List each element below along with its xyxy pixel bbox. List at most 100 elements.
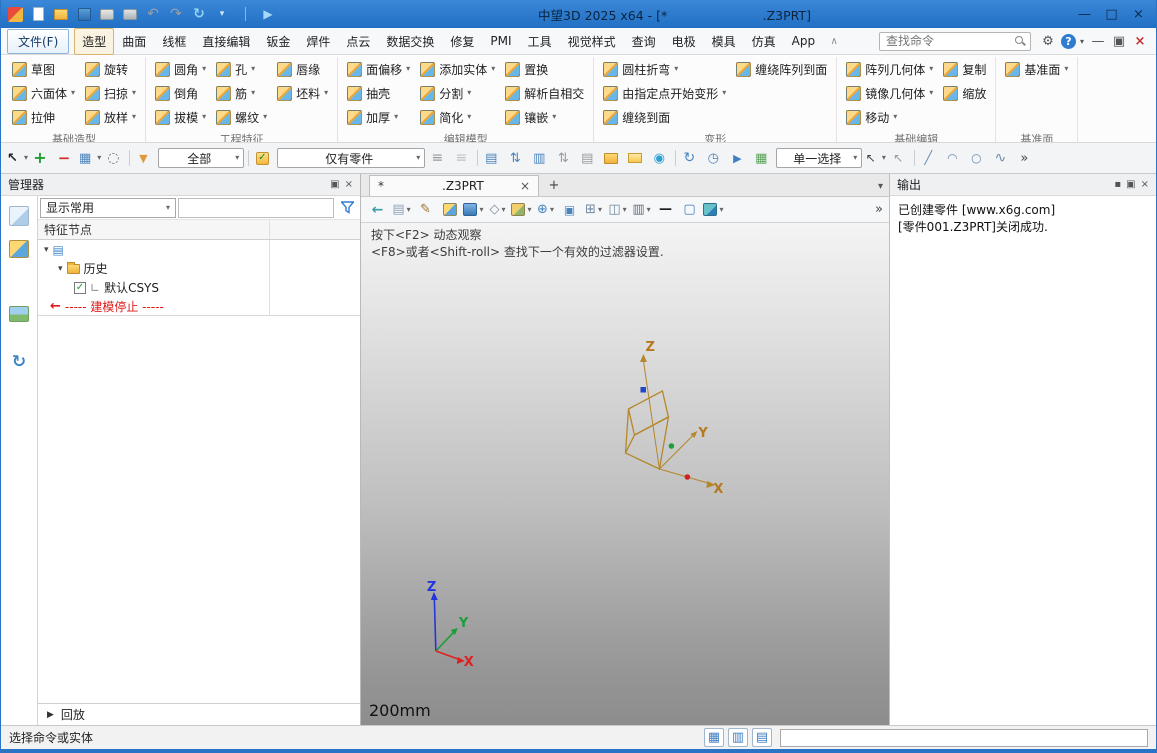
sort-updown-icon[interactable]: ⇅ ▾ [506,147,527,169]
line-tool-icon[interactable]: ╱ ▾ [919,147,940,169]
simplify-button[interactable]: 简化 ▾ [416,106,499,128]
child-close-icon[interactable]: × [1130,34,1150,49]
viewport[interactable]: 按下<F2> 动态观察 <F8>或者<Shift-roll> 查找下一个有效的过… [361,223,889,725]
appearance-icon[interactable]: ▾ [439,199,460,221]
grid-display-icon[interactable]: ▦ ▾ [752,147,773,169]
replay-play-icon[interactable]: ▶ ▾ [728,147,749,169]
tab-repair[interactable]: 修复 [442,28,482,55]
pick-list-icon[interactable]: ▦ ▾ [79,147,101,169]
tree-filter-input[interactable] [178,198,334,218]
tab-mold[interactable]: 模具 [704,28,744,55]
rib-button[interactable]: 筋 ▾ [212,82,271,104]
close-icon[interactable]: × [1141,179,1149,190]
file-menu-button[interactable]: 文件(F) [7,29,69,54]
part-browser-icon[interactable] [9,240,29,258]
tab-sheet-metal[interactable]: 钣金 [258,28,298,55]
close-icon[interactable]: × [345,179,353,190]
sketch-button[interactable]: 草图 ▾ [8,58,79,80]
tab-tools[interactable]: 工具 [520,28,560,55]
wrap-pattern-button[interactable]: 缠绕阵列到面 ▾ [732,58,831,80]
selection-mode-combo[interactable]: 单一选择 ▾ [776,148,862,168]
wireframe-mode-icon[interactable]: ◇ ▾ [487,199,508,221]
tree-filter-funnel-icon[interactable] [336,198,358,218]
command-search-box[interactable] [879,32,1031,51]
tree-row-history[interactable]: ▾ 历史 [38,259,360,278]
tab-inquire[interactable]: 查询 [624,28,664,55]
deform-by-point-button[interactable]: 由指定点开始变形 ▾ [599,82,730,104]
settings-gear-icon[interactable]: ⚙ [1038,34,1058,49]
float-icon[interactable]: ▣ [1126,179,1135,190]
cursor-alt-icon[interactable]: ↖ ▾ [889,147,910,169]
customize-caret-icon[interactable]: ▾ [212,4,232,24]
layer-display-icon[interactable]: ▤ ▾ [391,199,412,221]
material-mode-icon[interactable]: ▾ [703,199,724,221]
scale-button[interactable]: 缩放 ▾ [939,82,990,104]
copy-button[interactable]: 复制 ▾ [939,58,990,80]
expand-caret-icon[interactable]: ▾ [44,245,49,255]
extrude-button[interactable]: 拉伸 ▾ [8,106,79,128]
command-search-input[interactable] [884,33,1014,49]
wrap-to-face-button[interactable]: 缠绕到面 ▾ [599,106,730,128]
divide-button[interactable]: 分割 ▾ [416,82,499,104]
draft-button[interactable]: 拔模 ▾ [151,106,210,128]
filter-funnel-icon[interactable]: ▼ ▾ [134,147,155,169]
web-icon[interactable]: ◉ ▾ [650,147,671,169]
move-button[interactable]: 移动 ▾ [842,106,937,128]
tab-surface[interactable]: 曲面 [114,28,154,55]
frame-display-icon[interactable]: ◫ ▾ [607,199,628,221]
tab-data-exchange[interactable]: 数据交换 [378,28,442,55]
help-caret-icon[interactable]: ▾ [1077,37,1087,46]
pattern-geometry-button[interactable]: 阵列几何体 ▾ [842,58,937,80]
plot-icon[interactable] [120,4,140,24]
history-clock-icon[interactable]: ◷ ▾ [704,147,725,169]
window-display-icon[interactable]: ⊞ ▾ [583,199,604,221]
table-tool-icon[interactable]: ▤ [752,728,772,747]
shaded-mode-icon[interactable]: ▾ [463,199,484,221]
tree-row-csys[interactable]: ✓ ∟ 默认CSYS [38,278,360,297]
remove-pick-icon[interactable]: − ▾ [55,147,76,169]
save-icon[interactable] [74,4,94,24]
tab-direct-edit[interactable]: 直接编辑 [194,28,258,55]
loft-button[interactable]: 放样 ▾ [81,106,140,128]
tree-row-root[interactable]: ▾ ▤ [38,240,360,259]
regen-icon[interactable]: ↻ [189,4,209,24]
edit-sketch-icon[interactable]: ✎ ▾ [415,199,436,221]
tab-point-cloud[interactable]: 点云 [338,28,378,55]
pick-cursor-icon[interactable]: ↖ ▾ [7,147,28,169]
heal-self-intersection-button[interactable]: 解析自相交 ▾ [501,82,588,104]
fillet-button[interactable]: 圆角 ▾ [151,58,210,80]
align-list-alt-icon[interactable]: ≡ ▾ [452,147,473,169]
cursor-option-icon[interactable]: ↖ ▾ [865,147,886,169]
grid-tool-icon[interactable]: ▦ [704,728,724,747]
print-icon[interactable] [97,4,117,24]
thicken-button[interactable]: 加厚 ▾ [343,106,414,128]
hole-button[interactable]: 孔 ▾ [212,58,271,80]
tab-shape[interactable]: 造型 [74,28,114,55]
help-icon[interactable]: ? [1061,34,1076,49]
tab-electrode[interactable]: 电极 [664,28,704,55]
tab-list-caret-icon[interactable]: ▾ [878,181,883,192]
tab-simulation[interactable]: 仿真 [744,28,784,55]
child-minimize-icon[interactable]: — [1088,34,1108,49]
revolve-button[interactable]: 旋转 ▾ [81,58,140,80]
toolbar-overflow-icon[interactable]: » [875,202,883,217]
stock-button[interactable]: 坯料 ▾ [273,82,332,104]
tab-pmi[interactable]: PMI [482,29,519,53]
document-tab[interactable]: * .Z3PRT × [369,175,539,196]
float-icon[interactable]: ▣ [330,179,339,190]
background-icon[interactable]: ▢ ▾ [679,199,700,221]
render-stack-icon[interactable]: ▥ ▾ [631,199,652,221]
spline-tool-icon[interactable]: ∿ ▾ [991,147,1012,169]
toolbar-overflow-icon[interactable]: » ▾ [1015,147,1036,169]
line-width-icon[interactable]: — ▾ [655,199,676,221]
dock-icon[interactable]: ▪ [1114,179,1121,190]
folder-icon[interactable]: ▾ [602,147,623,169]
filter-combo[interactable]: 全部 ▾ [158,148,244,168]
ribbon-collapse-icon[interactable]: ∧ [824,36,844,47]
undo-icon[interactable]: ↶ [143,4,163,24]
monitor-tool-icon[interactable]: ▥ [728,728,748,747]
view-orient-icon[interactable]: ⊕ ▾ [535,199,556,221]
redo-icon[interactable]: ↷ [166,4,186,24]
arc-tool-icon[interactable]: ◠ ▾ [943,147,964,169]
manager-panel-icon[interactable] [9,206,29,226]
